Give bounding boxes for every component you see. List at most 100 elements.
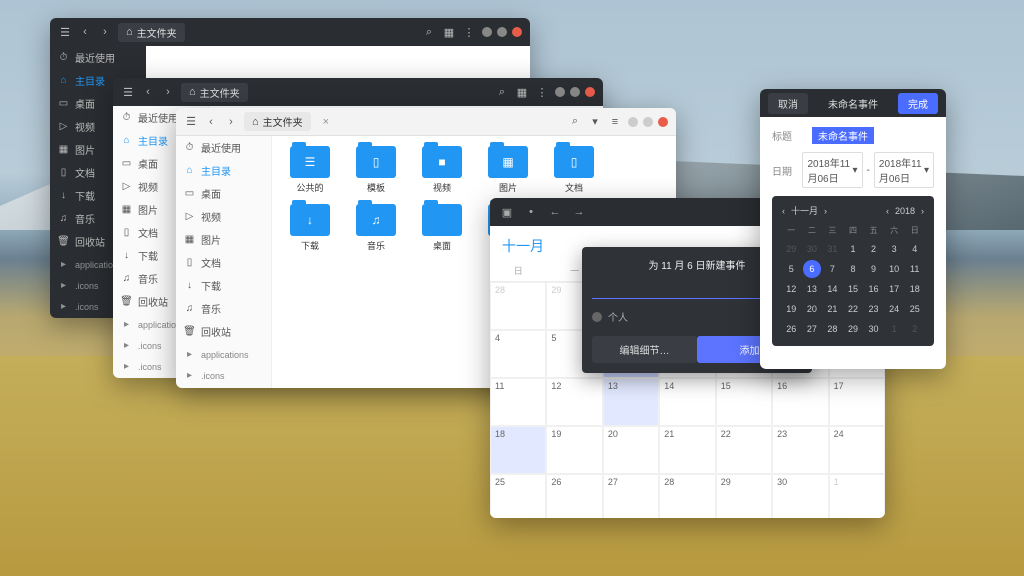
tab-close-icon[interactable]: × [323,116,329,128]
dp-day[interactable]: 17 [885,280,904,298]
done-button[interactable]: 完成 [898,93,938,114]
dp-day[interactable]: 20 [803,300,822,318]
titlebar[interactable]: ☰ ‹ › 主文件夹 ⌕ ▦ ⋮ [50,18,530,46]
folder-item[interactable]: ☰公共的 [284,146,336,194]
cancel-button[interactable]: 取消 [768,93,808,114]
minimize-button[interactable] [482,27,492,37]
titlebar[interactable]: ☰ ‹ › 主文件夹 ⌕ ▦ ⋮ [113,78,603,106]
calendar-cell[interactable]: 19 [546,426,602,474]
menu-icon[interactable]: ☰ [58,25,72,39]
dp-day[interactable]: 6 [803,260,822,278]
titlebar[interactable]: ☰ ‹ › 主文件夹 × ⌕ ▾ ≡ [176,108,676,136]
dp-next-year-icon[interactable]: › [921,206,924,216]
dp-day[interactable]: 23 [864,300,883,318]
calendar-app-icon[interactable]: ▣ [500,205,514,219]
dp-prev-month-icon[interactable]: ‹ [782,206,785,216]
calendar-cell[interactable]: 24 [829,426,885,474]
event-title-field[interactable]: 未命名事件 [812,127,874,144]
dp-day[interactable]: 2 [864,240,883,258]
sidebar-item-10[interactable]: ▸.icons [176,364,271,385]
dp-day[interactable]: 29 [844,320,863,338]
calendar-cell[interactable]: 29 [716,474,772,518]
dp-day[interactable]: 30 [803,240,822,258]
back-icon[interactable]: ‹ [141,85,155,99]
dp-day[interactable]: 16 [864,280,883,298]
dp-day[interactable]: 27 [803,320,822,338]
dp-day[interactable]: 3 [885,240,904,258]
back-icon[interactable]: ‹ [78,25,92,39]
dp-day[interactable]: 13 [803,280,822,298]
back-icon[interactable]: ‹ [204,115,218,129]
forward-icon[interactable]: › [98,25,112,39]
calendar-cell[interactable]: 13 [603,378,659,426]
search-icon[interactable]: ⌕ [422,25,436,39]
menu-icon[interactable]: ☰ [184,115,198,129]
sidebar-item-0[interactable]: ⏱最近使用 [176,136,271,159]
view-icon[interactable]: ▾ [588,115,602,129]
view-icon[interactable]: ▦ [515,85,529,99]
folder-item[interactable]: ■视频 [416,146,468,194]
view-icon[interactable]: ▦ [442,25,456,39]
calendar-cell[interactable]: 12 [546,378,602,426]
menu-dots-icon[interactable]: ⋮ [462,25,476,39]
close-button[interactable] [512,27,522,37]
sidebar-item-3[interactable]: ▷视频 [176,205,271,228]
dp-day[interactable]: 12 [782,280,801,298]
minimize-button[interactable] [555,87,565,97]
calendar-cell[interactable]: 15 [716,378,772,426]
folder-item[interactable]: ▦图片 [482,146,534,194]
dp-day[interactable]: 30 [864,320,883,338]
dp-day[interactable]: 19 [782,300,801,318]
dp-day[interactable]: 10 [885,260,904,278]
calendar-cell[interactable]: 23 [772,426,828,474]
sidebar-item-9[interactable]: ▸applications [176,343,271,364]
calendar-cell[interactable]: 28 [490,282,546,330]
sidebar-item-11[interactable]: ▸.icons [176,385,271,388]
calendar-cell[interactable]: 20 [603,426,659,474]
dp-day[interactable]: 31 [823,240,842,258]
folder-item[interactable]: 桌面 [416,204,468,252]
calendar-cell[interactable]: 11 [490,378,546,426]
prev-icon[interactable]: ← [548,205,562,219]
menu-dots-icon[interactable]: ⋮ [535,85,549,99]
dp-day[interactable]: 18 [905,280,924,298]
sidebar-item-6[interactable]: ↓下载 [176,274,271,297]
dp-next-month-icon[interactable]: › [824,206,827,216]
edit-details-button[interactable]: 编辑细节… [592,336,697,363]
maximize-button[interactable] [570,87,580,97]
calendar-cell[interactable]: 28 [659,474,715,518]
maximize-button[interactable] [643,117,653,127]
end-date-field[interactable]: 2018年11月06日▾ [874,152,934,188]
next-icon[interactable]: → [572,205,586,219]
sidebar-item-1[interactable]: ⌂主目录 [176,159,271,182]
calendar-cell[interactable]: 26 [546,474,602,518]
dp-day[interactable]: 2 [905,320,924,338]
forward-icon[interactable]: › [161,85,175,99]
calendar-cell[interactable]: 14 [659,378,715,426]
dp-day[interactable]: 21 [823,300,842,318]
forward-icon[interactable]: › [224,115,238,129]
path-home[interactable]: 主文件夹 [118,23,185,42]
calendar-cell[interactable]: 30 [772,474,828,518]
dp-day[interactable]: 22 [844,300,863,318]
dp-day[interactable]: 7 [823,260,842,278]
dp-day[interactable]: 29 [782,240,801,258]
folder-item[interactable]: ↓下载 [284,204,336,252]
calendar-cell[interactable]: 27 [603,474,659,518]
close-button[interactable] [585,87,595,97]
category-color-icon[interactable] [592,312,602,322]
calendar-cell[interactable]: 18 [490,426,546,474]
dp-day[interactable]: 28 [823,320,842,338]
dp-day[interactable]: 25 [905,300,924,318]
calendar-cell[interactable]: 25 [490,474,546,518]
dp-day[interactable]: 1 [844,240,863,258]
dp-day[interactable]: 15 [844,280,863,298]
path-home[interactable]: 主文件夹 [181,83,248,102]
maximize-button[interactable] [497,27,507,37]
sidebar-item-4[interactable]: ▦图片 [176,228,271,251]
calendar-cell[interactable]: 22 [716,426,772,474]
dp-prev-year-icon[interactable]: ‹ [886,206,889,216]
calendar-cell[interactable]: 17 [829,378,885,426]
search-icon[interactable]: ⌕ [495,85,509,99]
dp-day[interactable]: 11 [905,260,924,278]
